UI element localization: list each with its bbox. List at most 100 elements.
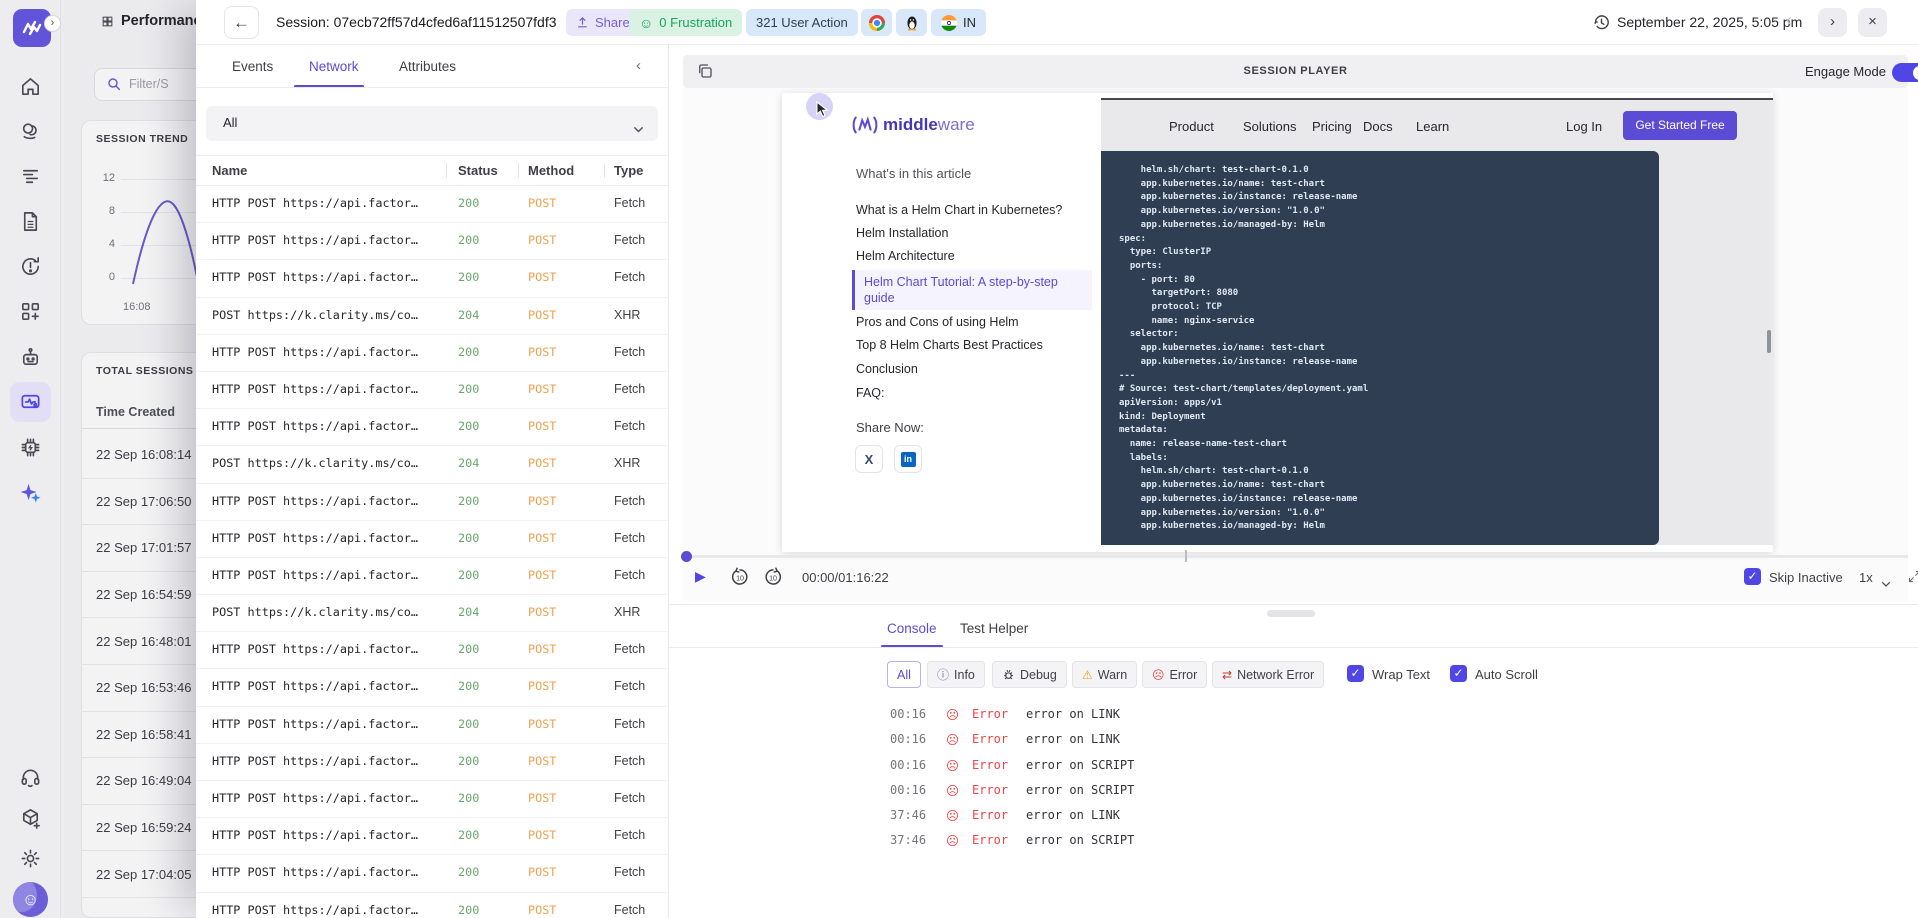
close-button[interactable]: × [1858,8,1887,37]
fullscreen-icon[interactable] [1907,569,1918,584]
filter-network-error[interactable]: ⇄Network Error [1212,661,1324,688]
console-log-row[interactable]: 00:16☹Errorerror on SCRIPT [669,779,1918,804]
network-row[interactable]: HTTP POST https://api.factor…200POSTFetc… [196,521,669,558]
console-log-row[interactable]: 37:46☹Errorerror on SCRIPT [669,829,1918,854]
console-log-row[interactable]: 37:46☹Errorerror on LINK [669,804,1918,829]
request-name: HTTP POST https://api.factor… [212,903,440,917]
filter-error[interactable]: ☹Error [1142,661,1207,688]
collapse-panel-button[interactable]: ‹ [636,57,641,74]
network-row[interactable]: HTTP POST https://api.factor…200POSTFetc… [196,818,669,855]
network-row[interactable]: HTTP POST https://api.factor…200POSTFetc… [196,632,669,669]
nav-learn[interactable]: Learn [1416,119,1449,134]
network-row[interactable]: HTTP POST https://api.factor…200POSTFetc… [196,335,669,372]
network-row[interactable]: HTTP POST https://api.factor…200POSTFetc… [196,484,669,521]
ai-sparkle-icon[interactable] [19,481,42,504]
session-replay-icon[interactable] [19,391,42,414]
wrap-text-checkbox[interactable]: ✓ [1347,665,1364,682]
request-type-dropdown[interactable]: All [206,106,658,141]
console-log-row[interactable]: 00:16☹Errorerror on SCRIPT [669,754,1918,779]
play-button[interactable]: ▶ [695,568,706,585]
request-status: 200 [458,717,479,731]
tab-network[interactable]: Network [309,59,359,74]
alerts-icon[interactable] [19,255,42,278]
site-logo[interactable]: middleware [852,115,975,135]
previous-session-button[interactable]: ‹ [1786,10,1792,31]
console-log-row[interactable]: 00:16☹Errorerror on LINK [669,728,1918,753]
speed-chevron-icon[interactable] [1881,575,1891,582]
network-row[interactable]: HTTP POST https://api.factor…200POSTFetc… [196,372,669,409]
console-drag-handle[interactable] [1267,610,1315,617]
share-linkedin-button[interactable]: in [894,445,922,473]
network-row[interactable]: HTTP POST https://api.factor…200POSTFetc… [196,855,669,892]
log-time: 00:16 [890,783,926,797]
home-icon[interactable] [19,75,42,98]
network-row[interactable]: POST https://k.clarity.ms/co…204POSTXHR [196,595,669,632]
timeline-track[interactable] [683,555,1908,558]
network-row[interactable]: HTTP POST https://api.factor…200POSTFetc… [196,558,669,595]
request-status: 200 [458,531,479,545]
network-row[interactable]: HTTP POST https://api.factor…200POSTFetc… [196,744,669,781]
nav-docs[interactable]: Docs [1363,119,1393,134]
network-row[interactable]: HTTP POST https://api.factor…200POSTFetc… [196,223,669,260]
network-row[interactable]: POST https://k.clarity.ms/co…204POSTXHR [196,298,669,335]
console-log-row[interactable]: 00:16☹Errorerror on LINK [669,703,1918,728]
next-session-button[interactable]: › [1818,8,1847,37]
events-network-panel: Events Network Attributes ‹ All Name Sta… [196,45,669,918]
network-row[interactable]: HTTP POST https://api.factor…200POSTFetc… [196,781,669,818]
network-row[interactable]: HTTP POST https://api.factor…200POSTFetc… [196,260,669,297]
bot-icon[interactable] [19,346,42,369]
tab-attributes[interactable]: Attributes [399,59,456,74]
network-row[interactable]: POST https://k.clarity.ms/co…204POSTXHR [196,446,669,483]
user-avatar[interactable]: ☺ [13,882,48,917]
expand-sidebar-button[interactable]: › [44,15,61,32]
network-row[interactable]: HTTP POST https://api.factor…200POSTFetc… [196,707,669,744]
site-scrollbar-thumb[interactable] [1767,330,1771,353]
tab-test-helper[interactable]: Test Helper [960,621,1028,636]
nav-pricing[interactable]: Pricing [1312,119,1352,134]
skip-forward-10-button[interactable]: 10 [763,567,783,587]
install-icon[interactable] [19,807,42,830]
filter-info[interactable]: ⓘInfo [927,661,985,688]
skip-inactive-checkbox[interactable]: ✓ [1744,568,1761,585]
back-button[interactable]: ← [224,6,259,39]
toc-item[interactable]: Helm Installation [856,226,948,240]
network-row[interactable]: HTTP POST https://api.factor…200POSTFetc… [196,409,669,446]
nav-solutions[interactable]: Solutions [1243,119,1296,134]
toc-item[interactable]: Conclusion [856,362,918,376]
engage-mode-toggle[interactable] [1892,63,1918,82]
settings-icon[interactable] [19,847,42,870]
reports-icon[interactable] [19,210,42,233]
network-row[interactable]: HTTP POST https://api.factor…200POSTFetc… [196,893,669,918]
filter-all[interactable]: All [887,661,921,688]
skip-inactive-label: Skip Inactive [1769,570,1843,585]
playback-speed[interactable]: 1x [1859,570,1873,585]
logs-icon[interactable] [19,165,42,188]
timeline-progress-handle[interactable] [681,551,692,562]
share-x-button[interactable]: X [855,445,883,473]
filter-warn[interactable]: ⚠Warn [1072,661,1137,688]
toc-item[interactable]: Pros and Cons of using Helm [856,315,1019,329]
toc-item[interactable]: FAQ: [856,386,884,400]
tab-console[interactable]: Console [887,621,937,636]
request-name: POST https://k.clarity.ms/co… [212,605,440,619]
tab-events[interactable]: Events [232,59,273,74]
network-row[interactable]: HTTP POST https://api.factor…200POSTFetc… [196,669,669,706]
toc-item-active[interactable]: Helm Chart Tutorial: A step-by-step guid… [852,270,1092,310]
network-row[interactable]: HTTP POST https://api.factor…200POSTFetc… [196,186,669,223]
infrastructure-icon[interactable] [19,436,42,459]
support-icon[interactable] [19,766,42,789]
billing-icon[interactable] [19,120,42,143]
request-method: POST [528,754,556,768]
get-started-button[interactable]: Get Started Free [1623,111,1737,140]
session-history-icon[interactable] [1592,13,1611,32]
filter-debug[interactable]: Debug [992,661,1067,688]
integrations-icon[interactable] [19,300,42,323]
skip-back-10-button[interactable]: 10 [730,567,750,587]
nav-product[interactable]: Product [1169,119,1214,134]
toc-item[interactable]: What is a Helm Chart in Kubernetes? [856,203,1062,217]
toc-item[interactable]: Helm Architecture [856,249,955,263]
toc-item[interactable]: Top 8 Helm Charts Best Practices [856,338,1043,352]
login-link[interactable]: Log In [1566,119,1602,134]
auto-scroll-checkbox[interactable]: ✓ [1450,665,1467,682]
background-page: Performance Filter/S SESSION TREND 12 8 … [61,0,197,918]
